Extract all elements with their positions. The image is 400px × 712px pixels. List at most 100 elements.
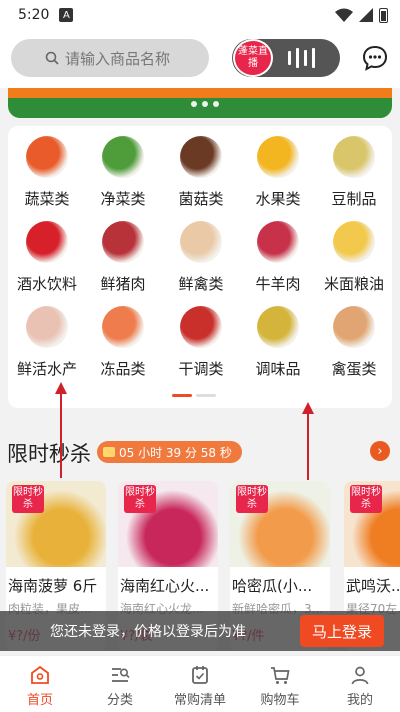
seafood-icon — [26, 306, 68, 348]
profile-icon — [351, 666, 369, 685]
status-right — [335, 7, 388, 23]
product-image: 限时秒杀 — [118, 481, 218, 567]
signal-icon — [359, 8, 373, 22]
banner-stripe — [8, 88, 392, 98]
soy-icon — [333, 136, 375, 178]
gift-icon — [103, 447, 115, 457]
wifi-icon — [335, 8, 353, 22]
battery-icon — [379, 7, 388, 23]
category-item[interactable]: 豆制品 — [316, 136, 392, 209]
category-label: 净菜类 — [100, 190, 146, 208]
category-item[interactable]: 净菜类 — [85, 136, 161, 209]
tab-label: 购物车 — [260, 693, 300, 708]
cart-icon — [271, 667, 290, 684]
tab-label: 分类 — [106, 693, 133, 708]
bottom-tab-bar: 首页 分类 常购清单 购物车 我的 — [0, 655, 400, 712]
tab-frequent-list[interactable]: 常购清单 — [160, 656, 240, 712]
category-label: 调味品 — [255, 360, 301, 378]
product-name: 海南红心火... — [120, 577, 210, 595]
tab-home[interactable]: 首页 — [0, 656, 80, 712]
live-stream-button[interactable]: 蓬菜直播 — [232, 39, 340, 77]
search-icon — [45, 51, 59, 65]
cabbage-icon — [102, 136, 144, 178]
notification-a-icon: A — [59, 8, 74, 22]
category-item[interactable]: 冻品类 — [85, 306, 161, 379]
grain-oil-icon — [333, 221, 375, 263]
tab-cart[interactable]: 购物车 — [240, 656, 320, 712]
category-item[interactable]: 水果类 — [240, 136, 316, 209]
category-label: 豆制品 — [331, 190, 377, 208]
category-label: 鲜活水产 — [16, 360, 77, 378]
tab-label: 首页 — [26, 693, 53, 708]
login-prompt-text: 您还未登录，价格以登录后为准 — [50, 624, 246, 640]
login-button[interactable]: 马上登录 — [300, 615, 384, 647]
annotation-arrow-left — [55, 382, 67, 478]
category-icon — [112, 668, 130, 682]
fruit-icon — [257, 136, 299, 178]
category-item[interactable]: 调味品 — [240, 306, 316, 379]
flash-sale-tag: 限时秒杀 — [124, 485, 156, 513]
category-item[interactable]: 菌菇类 — [163, 136, 239, 209]
product-name: 海南菠萝 6斤 — [8, 577, 98, 595]
category-label: 酒水饮料 — [16, 275, 77, 293]
category-item[interactable]: 鲜禽类 — [163, 221, 239, 294]
countdown-badge: 05 小时 39 分 58 秒 — [97, 441, 242, 463]
seasoning-icon — [257, 306, 299, 348]
flash-sale-tag: 限时秒杀 — [236, 485, 268, 513]
status-bar: 5:20 A — [0, 0, 400, 30]
category-item[interactable]: 牛羊肉 — [240, 221, 316, 294]
category-label: 蔬菜类 — [24, 190, 70, 208]
frozen-icon — [102, 306, 144, 348]
category-item[interactable]: 米面粮油 — [316, 221, 392, 294]
status-time: 5:20 — [18, 7, 50, 23]
category-item[interactable]: 干调类 — [163, 306, 239, 379]
product-image: 限时秒杀 — [6, 481, 106, 567]
mushroom-icon — [180, 136, 222, 178]
header: 请输入商品名称 蓬菜直播 — [0, 30, 400, 88]
category-label: 菌菇类 — [178, 190, 224, 208]
list-icon — [192, 666, 208, 684]
promo-banner[interactable] — [8, 88, 392, 118]
category-label: 鲜禽类 — [178, 275, 224, 293]
message-icon[interactable] — [362, 45, 388, 71]
banner-pager — [191, 101, 219, 107]
category-item[interactable]: 蔬菜类 — [9, 136, 85, 209]
category-label: 鲜猪肉 — [100, 275, 146, 293]
drinks-icon — [26, 221, 68, 263]
vegetables-icon — [26, 136, 68, 178]
category-label: 牛羊肉 — [255, 275, 301, 293]
category-item[interactable]: 酒水饮料 — [9, 221, 85, 294]
flash-sale-tag: 限时秒杀 — [350, 485, 382, 513]
live-bars-icon — [288, 48, 315, 68]
beef-icon — [257, 221, 299, 263]
product-name: 武鸣沃... — [346, 577, 400, 595]
login-prompt-bar: 您还未登录，价格以登录后为准 马上登录 — [0, 611, 400, 651]
category-label: 水果类 — [255, 190, 301, 208]
category-pager — [172, 394, 216, 397]
category-grid: 蔬菜类 净菜类 菌菇类 水果类 豆制品酒水饮料 鲜猪肉 鲜禽类 牛羊肉 米面粮油鲜活水产 冻品类 干… — [8, 126, 392, 408]
product-name: 哈密瓜(小... — [232, 577, 313, 595]
category-item[interactable]: 鲜活水产 — [9, 306, 85, 379]
category-label: 冻品类 — [100, 360, 146, 378]
search-input[interactable]: 请输入商品名称 — [11, 39, 209, 77]
category-item[interactable]: 禽蛋类 — [316, 306, 392, 379]
pork-icon — [102, 221, 144, 263]
category-label: 干调类 — [178, 360, 224, 378]
tab-profile[interactable]: 我的 — [320, 656, 400, 712]
home-icon — [31, 665, 49, 684]
category-label: 禽蛋类 — [331, 360, 377, 378]
tab-category[interactable]: 分类 — [80, 656, 160, 712]
annotation-arrow-right — [302, 402, 314, 480]
product-image: 限时秒杀 — [230, 481, 330, 567]
product-image: 限时秒杀 — [344, 481, 400, 567]
category-label: 米面粮油 — [323, 275, 384, 293]
flash-sale-more-button[interactable]: › — [370, 441, 390, 461]
flash-sale-tag: 限时秒杀 — [12, 485, 44, 513]
flash-sale-title: 限时秒杀 — [7, 442, 91, 466]
tab-label: 常购清单 — [173, 693, 226, 708]
dried-spice-icon — [180, 306, 222, 348]
countdown-text: 05 小时 39 分 58 秒 — [119, 445, 232, 460]
category-item[interactable]: 鲜猪肉 — [85, 221, 161, 294]
eggs-icon — [333, 306, 375, 348]
tab-label: 我的 — [346, 693, 373, 708]
